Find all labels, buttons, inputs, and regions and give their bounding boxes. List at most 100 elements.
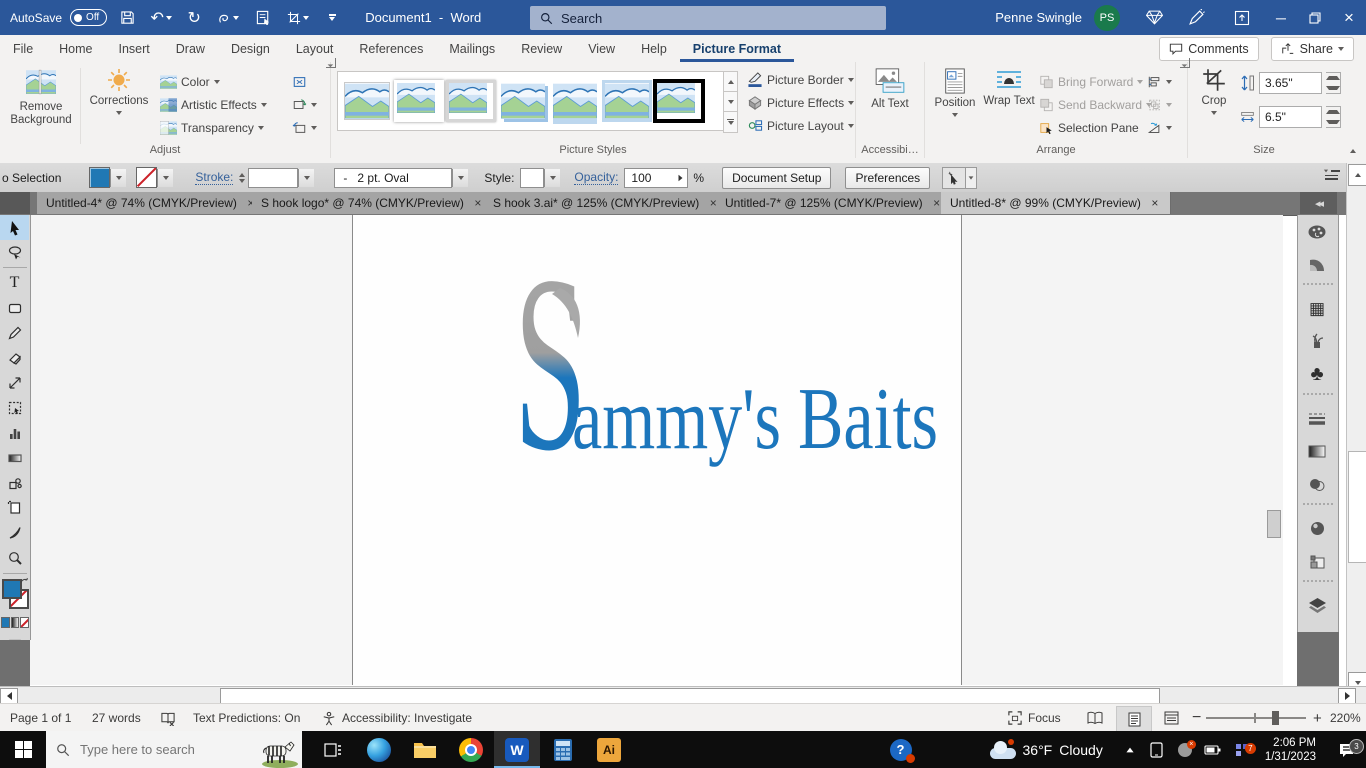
- task-view-button[interactable]: [310, 731, 356, 768]
- tab-close-icon[interactable]: [1149, 197, 1161, 209]
- avatar[interactable]: PS: [1094, 4, 1120, 31]
- tablet-tray-icon[interactable]: [1143, 741, 1171, 758]
- collapse-dock-icon[interactable]: ◂◂: [1300, 192, 1337, 214]
- tab-layout[interactable]: Layout: [283, 35, 347, 62]
- preferences-button[interactable]: Preferences: [845, 166, 931, 189]
- gradient-mode-button[interactable]: [10, 617, 20, 628]
- premium-diamond-icon[interactable]: [1134, 0, 1174, 35]
- type-tool[interactable]: T: [0, 270, 29, 295]
- tab-view[interactable]: View: [575, 35, 628, 62]
- tab-file[interactable]: File: [0, 35, 46, 62]
- brush-definition-dropdown[interactable]: [452, 168, 469, 187]
- stroke-weight-field[interactable]: [248, 167, 299, 188]
- fill-stroke-indicator[interactable]: [0, 577, 30, 613]
- ai-tab-untitled4[interactable]: Untitled-4* @ 74% (CMYK/Preview): [37, 192, 267, 214]
- graphic-styles-panel-icon[interactable]: [1298, 545, 1336, 578]
- picture-style-2[interactable]: [394, 79, 444, 123]
- picture-style-4[interactable]: [498, 79, 548, 123]
- tab-design[interactable]: Design: [218, 35, 283, 62]
- opacity-link[interactable]: Opacity:: [574, 170, 619, 185]
- proofing-icon[interactable]: [160, 704, 176, 732]
- taskbar-search[interactable]: [46, 731, 302, 768]
- opacity-field[interactable]: 100: [624, 167, 689, 188]
- size-dialog-launcher[interactable]: [1180, 58, 1190, 68]
- style-field[interactable]: [520, 167, 545, 188]
- width-up[interactable]: [1326, 107, 1340, 117]
- start-button[interactable]: [0, 731, 46, 768]
- tab-close-icon[interactable]: [472, 197, 484, 209]
- horizontal-scrollbar[interactable]: [0, 686, 1366, 704]
- width-down[interactable]: [1326, 117, 1340, 127]
- zoom-level[interactable]: 220%: [1330, 704, 1361, 732]
- save-icon[interactable]: [115, 10, 139, 25]
- picture-effects-button[interactable]: Picture Effects: [747, 91, 855, 114]
- touch-mode-button[interactable]: [213, 11, 243, 25]
- sammys-baits-logo[interactable]: S ammy's Baits: [508, 272, 948, 472]
- compress-pictures-icon[interactable]: [292, 70, 317, 93]
- ai-tab-untitled7[interactable]: Untitled-7* @ 125% (CMYK/Preview): [716, 192, 953, 214]
- knife-tool[interactable]: [0, 520, 29, 545]
- weather-widget[interactable]: 36°F Cloudy: [989, 738, 1103, 759]
- height-down[interactable]: [1326, 83, 1340, 93]
- customize-qat-icon[interactable]: [321, 14, 343, 21]
- stroke-color-dropdown[interactable]: [157, 168, 174, 187]
- collapse-ribbon-icon[interactable]: [1344, 143, 1362, 159]
- autosave-toggle[interactable]: Off: [70, 9, 108, 26]
- brushes-panel-icon[interactable]: [1298, 325, 1336, 358]
- layers-panel-icon[interactable]: [1298, 589, 1336, 622]
- shape-builder-tool[interactable]: [0, 470, 29, 495]
- file-explorer-icon[interactable]: [402, 731, 448, 768]
- style-dropdown[interactable]: [544, 168, 561, 187]
- chrome-icon[interactable]: [448, 731, 494, 768]
- color-button[interactable]: Color: [160, 70, 267, 93]
- artboard-tool[interactable]: [0, 495, 29, 520]
- color-mode-button[interactable]: [1, 617, 10, 628]
- corrections-button[interactable]: Corrections: [86, 68, 152, 115]
- remove-background-button[interactable]: Remove Background: [10, 68, 72, 127]
- lasso-tool[interactable]: [0, 240, 29, 265]
- ai-tab-untitled8-active[interactable]: Untitled-8* @ 99% (CMYK/Preview): [941, 192, 1171, 214]
- shape-height-field[interactable]: 3.65": [1259, 72, 1322, 94]
- minimize-button[interactable]: ─: [1264, 0, 1298, 35]
- word-taskbar-icon[interactable]: W: [494, 731, 540, 768]
- ink-pen-icon[interactable]: [1174, 0, 1219, 35]
- tab-references[interactable]: References: [346, 35, 436, 62]
- illustrator-icon[interactable]: Ai: [586, 731, 632, 768]
- close-button[interactable]: ×: [1332, 0, 1366, 35]
- position-button[interactable]: Position: [929, 68, 981, 117]
- none-mode-button[interactable]: [20, 617, 30, 628]
- tab-home[interactable]: Home: [46, 35, 105, 62]
- stroke-none-swatch[interactable]: [136, 167, 158, 188]
- isolate-selection-icon[interactable]: [942, 166, 967, 189]
- appearance-panel-icon[interactable]: [1298, 512, 1336, 545]
- panel-menu-icon[interactable]: [1323, 169, 1340, 180]
- alt-text-button[interactable]: Alt Text: [862, 68, 918, 111]
- scale-tool[interactable]: [0, 370, 29, 395]
- vscroll-thumb[interactable]: [1348, 451, 1366, 563]
- gradient-tool[interactable]: [0, 445, 29, 470]
- battery-tray-icon[interactable]: [1199, 744, 1227, 756]
- undo-button[interactable]: ↶: [147, 8, 175, 28]
- accessibility-status[interactable]: Accessibility: Investigate: [322, 704, 472, 732]
- swatches-panel-icon[interactable]: ▦: [1298, 292, 1336, 325]
- comments-button[interactable]: Comments: [1159, 37, 1259, 61]
- picture-layout-button[interactable]: Picture Layout: [747, 114, 854, 137]
- gallery-scroll-down[interactable]: [723, 92, 738, 112]
- scroll-left-icon[interactable]: [0, 688, 18, 704]
- selection-tool[interactable]: [0, 215, 29, 240]
- transparency-panel-icon[interactable]: [1298, 468, 1336, 501]
- artboard[interactable]: S ammy's Baits: [352, 215, 962, 685]
- word-count[interactable]: 27 words: [92, 704, 141, 732]
- rotate-button[interactable]: [1147, 116, 1172, 139]
- align-button[interactable]: [1147, 70, 1172, 93]
- onedrive-tray-icon[interactable]: ×: [1171, 739, 1199, 757]
- stroke-link[interactable]: Stroke:: [195, 170, 234, 185]
- text-predictions[interactable]: Text Predictions: On: [193, 704, 300, 732]
- gallery-more[interactable]: [723, 112, 738, 133]
- ai-tab-s-hook-logo[interactable]: S hook logo* @ 74% (CMYK/Preview): [252, 192, 494, 214]
- tab-picture-format[interactable]: Picture Format: [680, 35, 794, 62]
- color-panel-icon[interactable]: [1298, 215, 1336, 248]
- app-updates-tray-icon[interactable]: 7: [1227, 742, 1257, 757]
- zoom-in-button[interactable]: +: [1313, 704, 1322, 732]
- document-setup-button[interactable]: Document Setup: [722, 166, 832, 189]
